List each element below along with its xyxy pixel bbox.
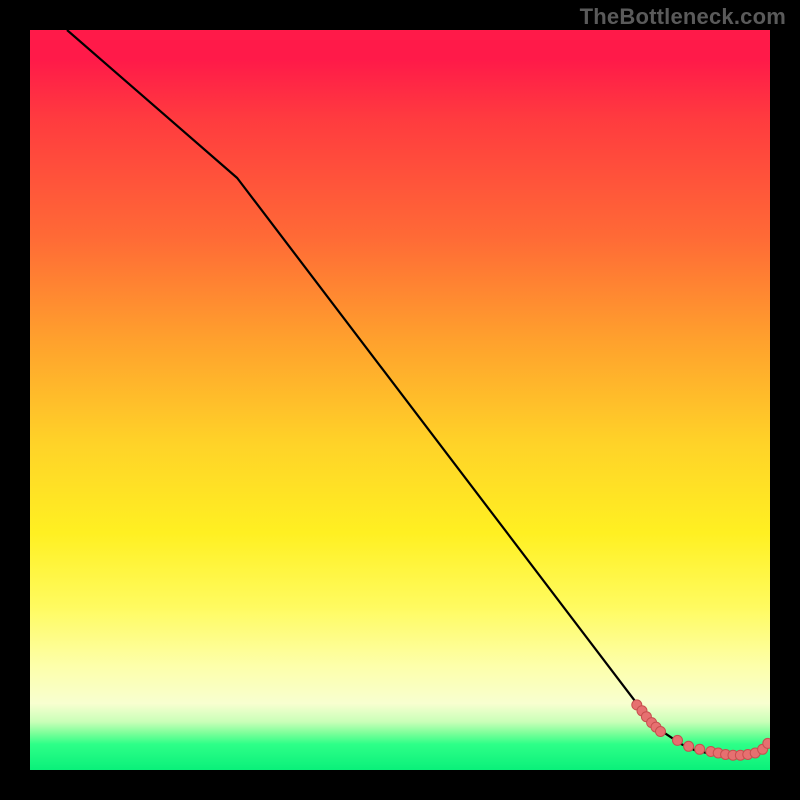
- curve-path: [67, 30, 766, 755]
- scatter-point: [763, 738, 770, 748]
- scatter-point: [656, 727, 666, 737]
- curve-line: [67, 30, 766, 755]
- watermark-text: TheBottleneck.com: [580, 4, 786, 30]
- scatter-point: [695, 744, 705, 754]
- plot-area: [30, 30, 770, 770]
- scatter-markers: [632, 700, 770, 760]
- chart-frame: TheBottleneck.com: [0, 0, 800, 800]
- chart-overlay: [30, 30, 770, 770]
- scatter-point: [684, 741, 694, 751]
- scatter-point: [673, 735, 683, 745]
